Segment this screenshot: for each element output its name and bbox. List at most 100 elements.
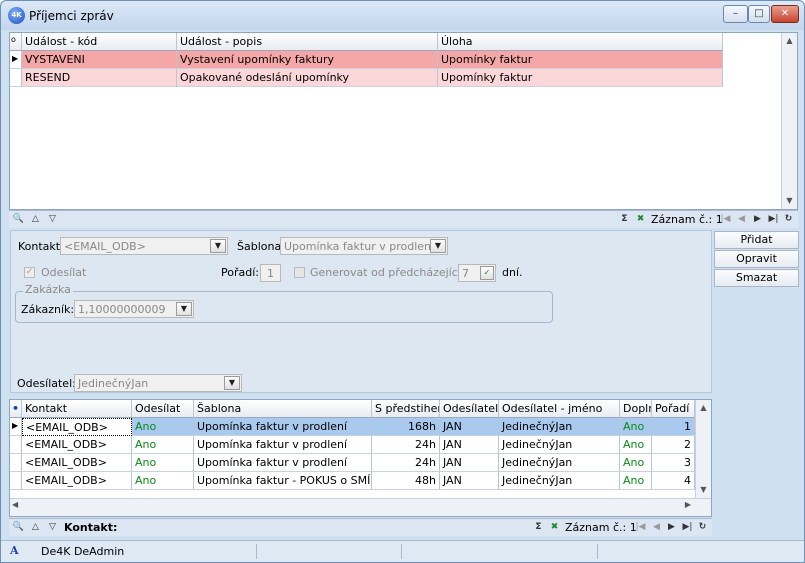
cell-poradi[interactable]: 4 xyxy=(652,472,695,490)
refresh-icon[interactable]: ↻ xyxy=(781,212,796,227)
cell-kontakt[interactable]: <EMAIL_ODB> xyxy=(22,418,132,436)
cell-dopln[interactable]: Ano xyxy=(620,436,652,454)
cell-dopln[interactable]: Ano xyxy=(620,454,652,472)
excel-icon[interactable]: ✖ xyxy=(547,520,562,535)
sum-icon[interactable]: Σ xyxy=(617,212,632,227)
column-poradi[interactable]: Pořadí xyxy=(652,400,695,418)
cell-odesilatel[interactable]: JAN xyxy=(440,454,499,472)
cell-sablona[interactable]: Upomínka faktur v prodlení xyxy=(194,436,372,454)
poradi-field[interactable]: 1 xyxy=(260,264,281,282)
cell-odesilat[interactable]: Ano xyxy=(132,454,194,472)
first-record-icon[interactable]: |◀ xyxy=(633,520,648,535)
maximize-button[interactable]: □ xyxy=(748,5,770,23)
cell-odesilatel-jmeno[interactable]: JedinečnýJan xyxy=(499,472,620,490)
cell-predstih[interactable]: 24h xyxy=(372,436,440,454)
odesilatel-field[interactable]: JedinečnýJan ▼ xyxy=(74,374,242,392)
cell-dopln[interactable]: Ano xyxy=(620,472,652,490)
table-row[interactable]: <EMAIL_ODB> Ano Upomínka faktur v prodlení… xyxy=(10,454,695,472)
table-row[interactable]: RESEND Opakované odeslání upomínky Upomí… xyxy=(10,69,723,87)
generovat-field[interactable]: 7 ✓ xyxy=(458,264,496,282)
column-dopln[interactable]: Dopln xyxy=(620,400,652,418)
cell-odesilatel-jmeno[interactable]: JedinečnýJan xyxy=(499,436,620,454)
column-task[interactable]: Úloha xyxy=(438,33,723,51)
edit-button[interactable]: Opravit xyxy=(714,250,799,268)
dropdown-icon[interactable]: ▼ xyxy=(224,376,240,390)
cell-odesilatel-jmeno[interactable]: JedinečnýJan xyxy=(499,454,620,472)
minimize-button[interactable]: – xyxy=(723,5,748,23)
cell-event-code[interactable]: RESEND xyxy=(22,69,177,87)
cell-sablona[interactable]: Upomínka faktur v prodlení xyxy=(194,418,372,436)
close-button[interactable]: ✕ xyxy=(771,5,799,23)
cell-odesilatel[interactable]: JAN xyxy=(440,418,499,436)
refresh-icon[interactable]: ↻ xyxy=(695,520,710,535)
dropdown-icon[interactable]: ▼ xyxy=(430,239,446,253)
table-row[interactable]: ▶ <EMAIL_ODB> Ano Upomínka faktur v prodlen… xyxy=(10,418,695,436)
column-odesilat[interactable]: Odesílat xyxy=(132,400,194,418)
dropdown-icon[interactable]: ▼ xyxy=(210,239,226,253)
table-row[interactable]: <EMAIL_ODB> Ano Upomínka faktur v prodlení… xyxy=(10,436,695,454)
column-event-desc[interactable]: Událost - popis xyxy=(177,33,438,51)
cell-event-desc[interactable]: Vystavení upomínky faktury xyxy=(177,51,438,69)
cell-poradi[interactable]: 3 xyxy=(652,454,695,472)
sablona-field[interactable]: Upomínka faktur v prodlení ▼ xyxy=(280,237,448,255)
sort-up-icon[interactable]: △ xyxy=(28,212,43,227)
cell-sablona[interactable]: Upomínka faktur - POKUS o SMÍR xyxy=(194,472,372,490)
cell-task[interactable]: Upomínky faktur xyxy=(438,69,723,87)
sort-up-icon[interactable]: △ xyxy=(28,520,43,535)
table-row[interactable]: ▶ VYSTAVENI Vystavení upomínky faktury U… xyxy=(10,51,723,69)
kontakt-field[interactable]: <EMAIL_ODB> ▼ xyxy=(60,237,228,255)
add-button[interactable]: Přidat xyxy=(714,231,799,249)
cell-poradi[interactable]: 1 xyxy=(652,418,695,436)
sort-down-icon[interactable]: ▽ xyxy=(45,520,60,535)
cell-event-desc[interactable]: Opakované odeslání upomínky xyxy=(177,69,438,87)
cell-odesilatel[interactable]: JAN xyxy=(440,436,499,454)
spin-icon[interactable]: ✓ xyxy=(480,266,494,280)
cell-sablona[interactable]: Upomínka faktur v prodlení xyxy=(194,454,372,472)
cell-predstih[interactable]: 168h xyxy=(372,418,440,436)
scroll-down-icon[interactable]: ▼ xyxy=(696,482,711,498)
zakaznik-field[interactable]: 1,10000000009 ▼ xyxy=(74,300,194,318)
sum-icon[interactable]: Σ xyxy=(531,520,546,535)
cell-odesilat[interactable]: Ano xyxy=(132,418,194,436)
search-icon[interactable]: 🔍 xyxy=(11,520,26,535)
column-kontakt[interactable]: Kontakt xyxy=(22,400,132,418)
sort-down-icon[interactable]: ▽ xyxy=(45,212,60,227)
last-record-icon[interactable]: ▶| xyxy=(766,212,781,227)
scroll-up-icon[interactable]: ▲ xyxy=(782,33,797,49)
cell-predstih[interactable]: 24h xyxy=(372,454,440,472)
cell-kontakt[interactable]: <EMAIL_ODB> xyxy=(22,436,132,454)
vertical-scrollbar[interactable]: ▲ ▼ xyxy=(781,33,797,209)
column-predstih[interactable]: S předstihem. xyxy=(372,400,440,418)
column-odesilatel-jmeno[interactable]: Odesílatel - jméno xyxy=(499,400,620,418)
last-record-icon[interactable]: ▶| xyxy=(680,520,695,535)
search-icon[interactable]: 🔍 xyxy=(11,212,26,227)
generovat-checkbox[interactable] xyxy=(294,267,305,278)
prev-record-icon[interactable]: ◀ xyxy=(734,212,749,227)
next-record-icon[interactable]: ▶ xyxy=(664,520,679,535)
cell-event-code[interactable]: VYSTAVENI xyxy=(22,51,177,69)
cell-kontakt[interactable]: <EMAIL_ODB> xyxy=(22,454,132,472)
scroll-down-icon[interactable]: ▼ xyxy=(782,193,797,209)
cell-dopln[interactable]: Ano xyxy=(620,418,652,436)
next-record-icon[interactable]: ▶ xyxy=(750,212,765,227)
cell-predstih[interactable]: 48h xyxy=(372,472,440,490)
cell-odesilatel[interactable]: JAN xyxy=(440,472,499,490)
scroll-right-icon[interactable]: ▶ xyxy=(685,500,691,509)
cell-odesilatel-jmeno[interactable]: JedinečnýJan xyxy=(499,418,620,436)
first-record-icon[interactable]: |◀ xyxy=(718,212,733,227)
column-event-code[interactable]: Událost - kód xyxy=(22,33,177,51)
excel-icon[interactable]: ✖ xyxy=(633,212,648,227)
scroll-left-icon[interactable]: ◀ xyxy=(12,500,18,509)
dropdown-icon[interactable]: ▼ xyxy=(176,302,192,316)
odesilat-checkbox[interactable]: ✓ xyxy=(24,267,35,278)
prev-record-icon[interactable]: ◀ xyxy=(649,520,664,535)
vertical-scrollbar[interactable]: ▲ ▼ xyxy=(695,400,711,498)
cell-odesilat[interactable]: Ano xyxy=(132,436,194,454)
column-sablona[interactable]: Šablona xyxy=(194,400,372,418)
cell-kontakt[interactable]: <EMAIL_ODB> xyxy=(22,472,132,490)
delete-button[interactable]: Smazat xyxy=(714,269,799,287)
cell-poradi[interactable]: 2 xyxy=(652,436,695,454)
cell-task[interactable]: Upomínky faktur xyxy=(438,51,723,69)
table-row[interactable]: <EMAIL_ODB> Ano Upomínka faktur - POKUS o … xyxy=(10,472,695,490)
column-odesilatel[interactable]: Odesílatel xyxy=(440,400,499,418)
